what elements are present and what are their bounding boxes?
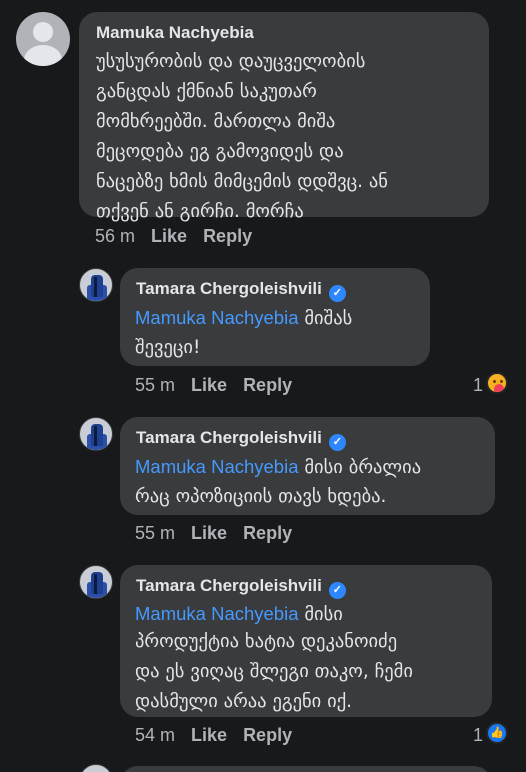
comment-timestamp[interactable]: 55 m xyxy=(135,523,175,543)
comment-meta: 56 m Like Reply xyxy=(95,226,252,247)
reply-button[interactable]: Reply xyxy=(243,375,292,395)
avatar[interactable] xyxy=(79,565,113,599)
reply-button[interactable]: Reply xyxy=(243,523,292,543)
verified-badge-icon: ✓ xyxy=(328,285,346,302)
comment-text-first-line: Mamuka Nachyebia მისი xyxy=(135,603,343,625)
comment-author-name: Tamara Chergoleishvili xyxy=(136,428,322,447)
avatar[interactable] xyxy=(79,417,113,451)
reply-button[interactable]: Reply xyxy=(203,226,252,246)
comment-text-first-line: Mamuka Nachyebia მიშას xyxy=(135,307,353,329)
comment-author[interactable]: Tamara Chergoleishvili ✓ xyxy=(136,576,346,599)
like-button[interactable]: Like xyxy=(191,375,227,395)
avatar[interactable] xyxy=(16,12,70,66)
comment-timestamp[interactable]: 55 m xyxy=(135,375,175,395)
mention-link[interactable]: Mamuka Nachyebia xyxy=(135,456,299,477)
mention-link[interactable]: Mamuka Nachyebia xyxy=(135,603,299,624)
comment-meta: 55 m Like Reply xyxy=(135,375,292,396)
verified-badge-icon: ✓ xyxy=(328,434,346,451)
default-profile-icon xyxy=(33,22,53,42)
comment-author-name: Tamara Chergoleishvili xyxy=(136,576,322,595)
like-button[interactable]: Like xyxy=(191,725,227,745)
mention-link[interactable]: Mamuka Nachyebia xyxy=(135,307,299,328)
comment-author-name: Tamara Chergoleishvili xyxy=(136,279,322,298)
comment-text: უსუსურობის და დაუცველობის განცდას ქმნიან… xyxy=(96,51,388,222)
verified-badge-icon: ✓ xyxy=(328,582,346,599)
comment-meta: 54 m Like Reply xyxy=(135,725,292,746)
comment-text: პროდუქტია ხატია დეკანოიძე და ეს ვიღაც შლ… xyxy=(135,631,413,712)
comment-text: რაც ოპოზიციის თავს ხდება. xyxy=(135,486,387,507)
like-reaction-icon: 👍 xyxy=(486,722,508,744)
comment-timestamp[interactable]: 56 m xyxy=(95,226,135,246)
like-button[interactable]: Like xyxy=(191,523,227,543)
care-reaction-icon xyxy=(486,372,508,394)
comment-meta: 55 m Like Reply xyxy=(135,523,292,544)
avatar[interactable] xyxy=(79,268,113,302)
avatar[interactable] xyxy=(79,764,113,772)
reaction-count[interactable]: 1 xyxy=(473,725,483,746)
reply-button[interactable]: Reply xyxy=(243,725,292,745)
comment-bubble xyxy=(120,766,492,772)
comment-author[interactable]: Tamara Chergoleishvili ✓ xyxy=(136,428,346,451)
comment-timestamp[interactable]: 54 m xyxy=(135,725,175,745)
comment-author[interactable]: Tamara Chergoleishvili ✓ xyxy=(136,279,346,302)
comment-author[interactable]: Mamuka Nachyebia xyxy=(96,23,254,43)
comment-text: შევეცი! xyxy=(135,337,201,358)
like-button[interactable]: Like xyxy=(151,226,187,246)
reaction-count[interactable]: 1 xyxy=(473,375,483,396)
comment-text-first-line: Mamuka Nachyebia მისი ბრალია xyxy=(135,456,422,478)
